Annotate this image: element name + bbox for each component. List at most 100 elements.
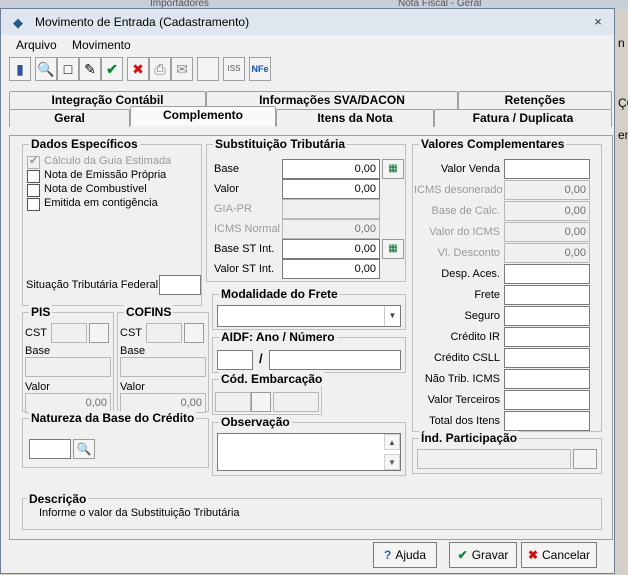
nfe-icon[interactable]: NFe <box>249 57 271 81</box>
new-document-icon[interactable]: □ <box>57 57 79 81</box>
cofins-base-input[interactable] <box>120 357 206 377</box>
tab-itens-da-nota[interactable]: Itens da Nota <box>276 109 434 127</box>
confirm-icon[interactable]: ✔ <box>101 57 123 81</box>
checkbox-label: Nota de Combustível <box>44 183 147 195</box>
valores-input[interactable]: 0,00 <box>504 243 590 263</box>
close-button[interactable]: × <box>591 15 605 29</box>
natureza-input[interactable] <box>29 439 71 459</box>
gravar-label: Gravar <box>471 548 509 562</box>
valores-input[interactable] <box>504 264 590 284</box>
tab-fatura-duplicata[interactable]: Fatura / Duplicata <box>434 109 612 127</box>
group-ind-participacao: Índ. Participação <box>412 431 602 474</box>
group-title: Natureza da Base do Crédito <box>29 411 197 425</box>
group-title: Observação <box>219 415 292 429</box>
calculator-icon[interactable]: ▦ <box>382 239 404 259</box>
app-icon: ◆ <box>13 15 23 30</box>
group-title: PIS <box>29 305 53 319</box>
menu-arquivo[interactable]: Arquivo <box>16 38 57 52</box>
st-icms-normal-input[interactable]: 0,00 <box>282 219 380 239</box>
group-title: Modalidade do Frete <box>219 287 340 301</box>
participacao-lookup-button[interactable] <box>573 449 597 469</box>
aidf-ano-input[interactable] <box>217 350 253 370</box>
scroll-up-icon[interactable]: ▲ <box>384 434 400 450</box>
participacao-input[interactable] <box>417 449 571 469</box>
checkbox-nota-emissao-propria[interactable] <box>27 170 40 183</box>
valores-input[interactable] <box>504 411 590 431</box>
valores-label: Total dos Itens <box>429 415 500 427</box>
tab-complemento[interactable]: Complemento <box>130 106 276 126</box>
valores-input[interactable] <box>504 306 590 326</box>
valores-input[interactable] <box>504 390 590 410</box>
st-valor-st-int-input[interactable]: 0,00 <box>282 259 380 279</box>
valores-input[interactable] <box>504 327 590 347</box>
valores-input[interactable]: 0,00 <box>504 222 590 242</box>
group-title: Dados Específicos <box>29 137 140 151</box>
embarcacao-desc-input[interactable] <box>273 392 319 412</box>
book-icon[interactable]: ▮ <box>9 57 31 81</box>
valores-input[interactable]: 0,00 <box>504 180 590 200</box>
st-label-gia-pr: GIA-PR <box>214 203 252 215</box>
pis-valor-input[interactable]: 0,00 <box>25 393 111 413</box>
delete-icon[interactable]: ✖ <box>127 57 149 81</box>
menu-movimento[interactable]: Movimento <box>72 38 131 52</box>
situacao-tributaria-input[interactable] <box>159 275 201 295</box>
calculator-icon[interactable]: ▦ <box>382 159 404 179</box>
pis-valor-label: Valor <box>25 381 50 393</box>
group-natureza-base-credito: Natureza da Base do Crédito 🔍 <box>22 411 209 468</box>
tab-geral[interactable]: Geral <box>9 109 130 127</box>
gravar-button[interactable]: ✔ Gravar <box>449 542 517 568</box>
pis-base-input[interactable] <box>25 357 111 377</box>
edit-document-icon[interactable]: ✎ <box>79 57 101 81</box>
frete-select[interactable]: ▼ <box>217 305 401 327</box>
embarcacao-lookup-button[interactable] <box>251 392 271 412</box>
cancelar-button[interactable]: ✖ Cancelar <box>521 542 597 568</box>
search-icon[interactable]: 🔍 <box>73 439 95 459</box>
group-aidf: AIDF: Ano / Número / <box>212 330 406 373</box>
cofins-cst-lookup-button[interactable] <box>184 323 204 343</box>
situacao-tributaria-label: Situação Tributária Federal <box>26 279 159 291</box>
valores-input[interactable] <box>504 285 590 305</box>
checkbox-calculo-guia[interactable]: ✔ <box>27 155 40 169</box>
st-base-st-int-input[interactable]: 0,00 <box>282 239 380 259</box>
st-valor-input[interactable]: 0,00 <box>282 179 380 199</box>
ajuda-button[interactable]: ? Ajuda <box>373 542 437 568</box>
group-title: Índ. Participação <box>419 431 520 445</box>
cofins-valor-input[interactable]: 0,00 <box>120 393 206 413</box>
valores-input[interactable] <box>504 159 590 179</box>
st-base-input[interactable]: 0,00 <box>282 159 380 179</box>
valores-input[interactable] <box>504 348 590 368</box>
check-icon: ✔ <box>29 155 39 167</box>
print-icon[interactable]: ⎙ <box>149 57 171 81</box>
valores-label: Crédito CSLL <box>433 352 500 364</box>
mail-icon[interactable]: ✉ <box>171 57 193 81</box>
tab-retencoes[interactable]: Retenções <box>458 91 612 109</box>
valores-label: Seguro <box>464 310 500 322</box>
chevron-down-icon[interactable]: ▼ <box>384 306 400 326</box>
group-title: Descrição <box>27 492 89 506</box>
background-right-item: n <box>618 36 625 50</box>
checkbox-nota-combustivel[interactable] <box>27 184 40 197</box>
search-icon[interactable]: 🔍 <box>35 57 57 81</box>
pis-cst-lookup-button[interactable] <box>89 323 109 343</box>
valores-input[interactable]: 0,00 <box>504 201 590 221</box>
checkbox-label: Emitida em contigência <box>44 197 158 209</box>
group-pis: PIS CST Base Valor 0,00 <box>22 305 114 413</box>
cofins-cst-input[interactable] <box>146 323 182 343</box>
st-label-valor: Valor <box>214 183 239 195</box>
menu-bar: Arquivo Movimento <box>1 36 614 54</box>
group-title: AIDF: Ano / Número <box>219 330 337 344</box>
iss-icon[interactable]: ISS <box>223 57 245 81</box>
pis-cst-input[interactable] <box>51 323 87 343</box>
valores-label: Valor Venda <box>440 163 500 175</box>
embarcacao-code-input[interactable] <box>215 392 251 412</box>
observacao-textarea[interactable]: ▲ ▼ <box>217 433 401 471</box>
valores-input[interactable] <box>504 369 590 389</box>
background-right-item: en <box>618 128 628 142</box>
scroll-down-icon[interactable]: ▼ <box>384 454 400 470</box>
blank-icon[interactable] <box>197 57 219 81</box>
checkbox-emitida-contingencia[interactable] <box>27 198 40 211</box>
pis-cst-label: CST <box>25 327 47 339</box>
checkbox-label: Nota de Emissão Própria <box>44 169 167 181</box>
st-gia-pr-input[interactable] <box>282 199 380 219</box>
aidf-numero-input[interactable] <box>269 350 401 370</box>
